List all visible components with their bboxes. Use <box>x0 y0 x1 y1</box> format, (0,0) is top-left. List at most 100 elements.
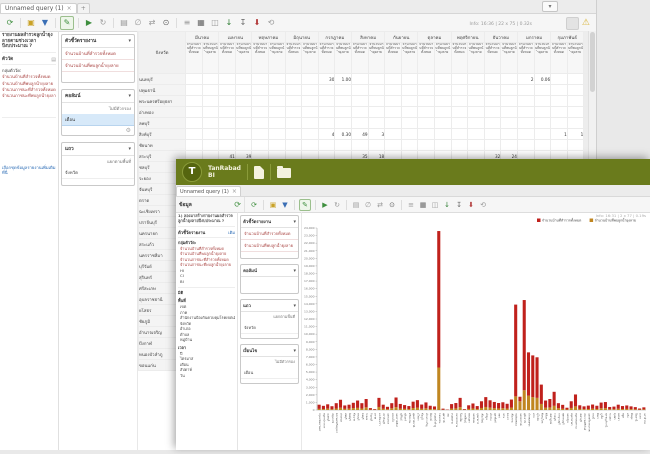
reset-query-icon[interactable]: ⟲ <box>478 200 488 210</box>
measure-chip[interactable]: จำนวนบ้านที่พบลูกน้ำยุงลาย <box>241 240 298 252</box>
measure-chip[interactable]: จำนวนบ้านที่สำรวจทั้งหมด <box>62 48 134 60</box>
measures-box-header[interactable]: ตัวชี้วัดรายงาน ▾ <box>62 35 134 48</box>
row-chip-province[interactable]: จังหวัด <box>62 167 134 179</box>
submetric-header[interactable]: จำนวนบ้านที่พบลูกน้ำยุงลาย <box>335 43 352 74</box>
province-row-header[interactable]: อ่างทอง <box>139 107 186 118</box>
submetric-header[interactable]: จำนวนบ้านที่สำรวจทั้งหมด <box>451 43 468 74</box>
submetric-header[interactable]: จำนวนบ้านที่สำรวจทั้งหมด <box>318 43 335 74</box>
chart-mode-icon[interactable]: ◫ <box>209 17 221 29</box>
add-measure-link[interactable]: เติม <box>228 229 235 236</box>
row-chip-province[interactable]: จังหวัด <box>241 322 298 334</box>
submetric-header[interactable]: จำนวนบ้านที่พบลูกน้ำยุงลาย <box>501 43 518 74</box>
open-folder-icon[interactable] <box>277 168 291 178</box>
measure-item[interactable]: จำนวนภาชนะที่พบลูกน้ำยุงลาย <box>178 262 235 268</box>
columns-box-header[interactable]: คอลัมน์ ▾ <box>62 90 134 103</box>
zoom-icon[interactable]: ⊙ <box>387 200 397 210</box>
submetric-header[interactable]: จำนวนบ้านที่สำรวจทั้งหมด <box>252 43 269 74</box>
rows-box-header[interactable]: แถว ▾ <box>62 143 134 156</box>
submetric-header[interactable]: จำนวนบ้านที่พบลูกน้ำยุงลาย <box>202 43 219 74</box>
month-header[interactable]: พฤศจิกายน <box>451 32 484 43</box>
submetric-header[interactable]: จำนวนบ้านที่พบลูกน้ำยุงลาย <box>302 43 319 74</box>
refresh-icon[interactable]: ⟳ <box>4 17 16 29</box>
zoom-icon[interactable]: ⊙ <box>160 17 172 29</box>
refresh-icon[interactable]: ⟳ <box>249 200 259 210</box>
submetric-header[interactable]: จำนวนบ้านที่พบลูกน้ำยุงลาย <box>235 43 252 74</box>
month-header[interactable]: กุมภาพันธ์ <box>551 32 584 43</box>
edit-query-icon[interactable]: ✎ <box>60 16 74 30</box>
toggle-fields-icon[interactable]: ▤ <box>118 17 130 29</box>
mdx-icon[interactable]: ≡ <box>406 200 416 210</box>
table-mode-icon[interactable]: ▦ <box>195 17 207 29</box>
close-tab-icon[interactable]: × <box>67 5 72 12</box>
query-tab[interactable]: Unnamed query (1) × <box>0 3 77 13</box>
column-chip-month[interactable]: เดือน <box>62 114 134 126</box>
measure-chip[interactable]: จำนวนบ้านที่สำรวจทั้งหมด <box>241 228 298 240</box>
submetric-header[interactable]: จำนวนบ้านที่พบลูกน้ำยุงลาย <box>268 43 285 74</box>
dataset-link[interactable]: เลือกชุดข้อมูลรายงานเพิ่มเติม ที่นี่ <box>2 165 58 176</box>
submetric-header[interactable]: จำนวนบ้านที่สำรวจทั้งหมด <box>418 43 435 74</box>
rows-box-header[interactable]: แถว ▾ <box>241 300 298 312</box>
chart-mode-icon[interactable]: ◫ <box>430 200 440 210</box>
measures-section-header[interactable]: ตัววัด ▤ <box>2 56 56 65</box>
non-empty-icon[interactable]: ∅ <box>363 200 373 210</box>
submetric-header[interactable]: จำนวนบ้านที่สำรวจทั้งหมด <box>285 43 302 74</box>
month-header[interactable]: กรกฎาคม <box>318 32 351 43</box>
submetric-header[interactable]: จำนวนบ้านที่พบลูกน้ำยุงลาย <box>401 43 418 74</box>
month-header[interactable]: มีนาคม <box>186 32 219 43</box>
dimension-level-item[interactable]: สำนักงานป้องกันควบคุมโรคเขตเมือง ไทย <box>178 315 235 321</box>
submetric-header[interactable]: จำนวนบ้านที่สำรวจทั้งหมด <box>351 43 368 74</box>
measures-section-header[interactable]: ตัวชี้วัดรายงาน เติม <box>178 229 235 238</box>
month-header[interactable]: ตุลาคม <box>418 32 451 43</box>
export-xls-icon[interactable]: ↓ <box>223 17 235 29</box>
filter-chip-month[interactable]: เดือน <box>241 367 298 379</box>
province-row-header[interactable]: ลพบุรี <box>139 118 186 129</box>
save-query-icon[interactable]: ▼ <box>39 17 51 29</box>
open-query-icon[interactable]: ▣ <box>25 17 37 29</box>
submetric-header[interactable]: จำนวนบ้านที่พบลูกน้ำยุงลาย <box>434 43 451 74</box>
submetric-header[interactable]: จำนวนบ้านที่พบลูกน้ำยุงลาย <box>368 43 385 74</box>
submetric-header[interactable]: จำนวนบ้านที่สำรวจทั้งหมด <box>186 43 203 74</box>
province-row-header[interactable]: ปทุมธานี <box>139 85 186 96</box>
submetric-header[interactable]: จำนวนบ้านที่พบลูกน้ำยุงลาย <box>567 43 584 74</box>
measure-item[interactable]: จำนวนภาชนะที่พบลูกน้ำยุงลาย <box>2 93 56 99</box>
export-pdf-icon[interactable]: ⬇ <box>251 17 263 29</box>
query-tab[interactable]: Unnamed query (1) × <box>176 186 241 196</box>
month-header[interactable]: มกราคม <box>517 32 550 43</box>
province-row-header[interactable]: นนทบุรี <box>139 74 186 85</box>
submetric-header[interactable]: จำนวนบ้านที่พบลูกน้ำยุงลาย <box>468 43 485 74</box>
submetric-header[interactable]: จำนวนบ้านที่พบลูกน้ำยุงลาย <box>534 43 551 74</box>
non-empty-icon[interactable]: ∅ <box>132 17 144 29</box>
swap-axis-icon[interactable]: ⇄ <box>375 200 385 210</box>
province-row-header[interactable]: พระนครศรีอยุธยา <box>139 96 186 107</box>
toggle-fields-icon[interactable]: ▤ <box>351 200 361 210</box>
measure-item[interactable]: BI <box>178 279 235 285</box>
refresh-icon[interactable]: ⟳ <box>234 200 241 209</box>
province-row-header[interactable]: ชัยนาท <box>139 140 186 151</box>
gear-icon[interactable]: ⚙ <box>62 126 134 135</box>
submetric-header[interactable]: จำนวนบ้านที่สำรวจทั้งหมด <box>551 43 568 74</box>
close-tab-icon[interactable]: × <box>232 188 237 195</box>
save-query-icon[interactable]: ▼ <box>280 200 290 210</box>
export-csv-icon[interactable]: ↧ <box>237 17 249 29</box>
export-pdf-icon[interactable]: ⬇ <box>466 200 476 210</box>
filter-box-header[interactable]: เงื่อนไข ▾ <box>241 345 298 357</box>
mdx-icon[interactable]: ≡ <box>181 17 193 29</box>
dimension-level-item[interactable]: วัน <box>178 373 235 379</box>
submetric-header[interactable]: จำนวนบ้านที่สำรวจทั้งหมด <box>385 43 402 74</box>
run-query-icon[interactable]: ▶ <box>83 17 95 29</box>
swap-axis-icon[interactable]: ⇄ <box>146 17 158 29</box>
province-row-header[interactable]: สิงห์บุรี <box>139 129 186 140</box>
run-query-icon[interactable]: ▶ <box>320 200 330 210</box>
open-query-icon[interactable]: ▣ <box>268 200 278 210</box>
columns-box-header[interactable]: คอลัมน์ ▾ <box>241 265 298 277</box>
submetric-header[interactable]: จำนวนบ้านที่สำรวจทั้งหมด <box>484 43 501 74</box>
new-tab-button[interactable]: + <box>77 3 90 13</box>
edit-query-icon[interactable]: ✎ <box>299 199 311 211</box>
month-header[interactable]: กันยายน <box>385 32 418 43</box>
month-header[interactable]: เมษายน <box>219 32 252 43</box>
measures-box-header[interactable]: ตัวชี้วัดรายงาน ▾ <box>241 216 298 228</box>
new-report-icon[interactable] <box>254 166 264 179</box>
submetric-header[interactable]: จำนวนบ้านที่สำรวจทั้งหมด <box>219 43 236 74</box>
auto-run-icon[interactable]: ↻ <box>332 200 342 210</box>
table-mode-icon[interactable]: ▦ <box>418 200 428 210</box>
